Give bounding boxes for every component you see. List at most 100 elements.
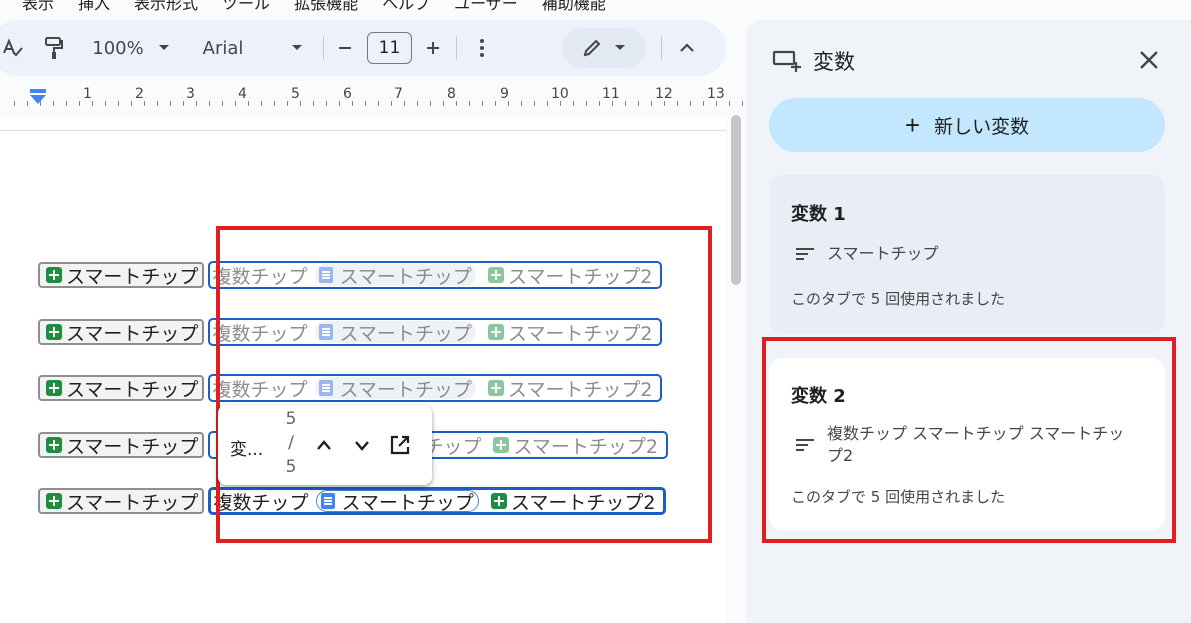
sheets-sub-chip[interactable]: スマートチップ2 (487, 490, 660, 514)
ruler-tick (599, 101, 600, 106)
variable-chip[interactable]: 複数チップ スマートチップ スマートチップ2 (208, 318, 663, 346)
ruler-tick (118, 101, 119, 106)
paint-format-icon[interactable] (40, 20, 68, 76)
open-in-new-icon (390, 435, 410, 455)
ruler-number: 12 (655, 86, 673, 102)
zoom-select[interactable]: 100% (88, 20, 148, 76)
find-count: 5 / 5 (282, 407, 300, 479)
chip-label: スマートチップ (66, 491, 199, 514)
menu-extensions[interactable]: 拡張機能 (294, 0, 358, 13)
sheets-chip-icon (487, 267, 504, 283)
ruler-tick (469, 101, 470, 106)
variable-card[interactable]: 変数 1 スマートチップ このタブで 5 回使用されました (769, 175, 1165, 333)
ruler-number: 13 (707, 86, 725, 102)
docs-sub-chip[interactable]: スマートチップ (316, 490, 479, 514)
chip-label: スマートチップ (66, 322, 199, 345)
variable-chip[interactable]: 複数チップ スマートチップ スマートチップ2 (208, 261, 663, 289)
ruler-tick (27, 101, 28, 106)
ruler-tick (677, 101, 678, 106)
minus-icon[interactable] (333, 20, 357, 76)
find-next-button[interactable] (348, 431, 376, 459)
menu-view[interactable]: 表示 (22, 0, 54, 13)
sub-chip-label: スマートチップ2 (507, 322, 653, 345)
toolbar-divider (661, 36, 662, 60)
sheets-sub-chip[interactable]: スマートチップ2 (484, 377, 657, 401)
chip-label: スマートチップ (66, 435, 199, 458)
ruler-tick (742, 101, 743, 106)
ruler-number: 8 (447, 86, 456, 102)
sub-chip-label: スマートチップ2 (507, 378, 653, 401)
font-size-input[interactable]: 11 (367, 32, 412, 64)
close-panel-button[interactable] (1133, 44, 1165, 76)
menu-accessibility[interactable]: 補助機能 (542, 0, 606, 13)
open-in-new-button[interactable] (386, 431, 414, 459)
document-line: スマートチップ 複数チップ スマートチップ スマートチップ2 (38, 318, 663, 346)
ruler-tick (287, 101, 288, 106)
variable-usage: このタブで 5 回使用されました (791, 488, 1006, 506)
ruler-tick (703, 101, 704, 106)
chip-text: チップ (424, 435, 482, 458)
find-label: 変... (230, 440, 264, 460)
ruler-tick (521, 101, 522, 106)
smart-chip[interactable]: スマートチップ (38, 262, 205, 288)
ruler-number: 6 (343, 86, 352, 102)
variable-chip[interactable]: 複数チップ スマートチップ スマートチップ2 (208, 374, 663, 402)
new-variable-button[interactable]: + 新しい変数 (769, 98, 1165, 152)
sheets-chip-icon (46, 324, 62, 340)
ruler-tick (274, 101, 275, 106)
sheets-sub-chip[interactable]: スマートチップ2 (484, 264, 657, 288)
ruler-tick (495, 101, 496, 106)
ruler-tick (547, 101, 548, 106)
plus-icon[interactable] (421, 20, 445, 76)
menu-format[interactable]: 表示形式 (134, 0, 198, 13)
toolbar-divider (323, 36, 324, 60)
smart-chip[interactable]: スマートチップ (38, 319, 205, 345)
spellcheck-icon[interactable] (0, 20, 26, 76)
smart-chip[interactable]: スマートチップ (38, 488, 205, 514)
sub-chip-label: スマートチップ2 (513, 435, 658, 458)
chevron-down-icon (355, 441, 369, 451)
ruler-tick (196, 101, 197, 106)
smart-chip[interactable]: スマートチップ (38, 432, 205, 458)
ruler-tick (352, 101, 353, 106)
menu-help[interactable]: ヘルプ (382, 0, 430, 13)
ruler-tick (92, 101, 93, 106)
docs-sub-chip[interactable]: スマートチップ (315, 264, 476, 288)
ruler-tick (261, 101, 262, 106)
ruler-tick (482, 101, 483, 106)
ruler-tick (248, 101, 249, 106)
zoom-dropdown-icon[interactable] (156, 20, 172, 76)
docs-chip-icon (319, 324, 334, 340)
find-previous-button[interactable] (310, 431, 338, 459)
document-page[interactable] (0, 118, 726, 623)
menu-user[interactable]: ユーザー (454, 0, 518, 13)
ruler-tick (235, 101, 236, 106)
variable-card[interactable]: 変数 2 複数チップ スマートチップ スマートチッ プ2 このタブで 5 回使用… (769, 358, 1165, 531)
chevron-up-icon[interactable] (676, 20, 698, 76)
sheets-sub-chip[interactable]: スマートチップ2 (489, 434, 662, 458)
font-select[interactable]: Arial (198, 20, 248, 76)
editing-mode-pill[interactable] (562, 28, 646, 68)
pencil-icon[interactable] (580, 20, 604, 76)
new-variable-label: 新しい変数 (934, 116, 1030, 138)
docs-sub-chip[interactable]: スマートチップ (315, 321, 476, 345)
menu-bar: 表示 挿入 表示形式 ツール 拡張機能 ヘルプ ユーザー 補助機能 (0, 0, 760, 13)
sub-chip-label: スマートチップ2 (510, 491, 656, 514)
pencil-dropdown-icon[interactable] (612, 20, 628, 76)
ruler-tick (105, 101, 106, 106)
menu-insert[interactable]: 挿入 (78, 0, 110, 13)
indent-marker-icon[interactable] (28, 88, 48, 106)
sheets-sub-chip[interactable]: スマートチップ2 (484, 321, 657, 345)
font-dropdown-icon[interactable] (289, 20, 305, 76)
docs-chip-icon (319, 267, 334, 283)
variable-chip[interactable]: 複数チップ スマートチップ スマートチップ2 (208, 487, 667, 515)
menu-tools[interactable]: ツール (222, 0, 270, 13)
document-scrollbar[interactable] (731, 115, 741, 285)
horizontal-ruler[interactable]: 1 2 3 4 5 6 7 8 9 10 11 12 13 (0, 84, 746, 110)
sheets-chip-icon (46, 267, 62, 283)
chip-text: 複数チップ (212, 322, 308, 345)
smart-chip[interactable]: スマートチップ (38, 375, 205, 401)
ruler-tick (651, 101, 652, 106)
more-vert-icon[interactable] (472, 20, 492, 76)
docs-sub-chip[interactable]: スマートチップ (315, 377, 476, 401)
